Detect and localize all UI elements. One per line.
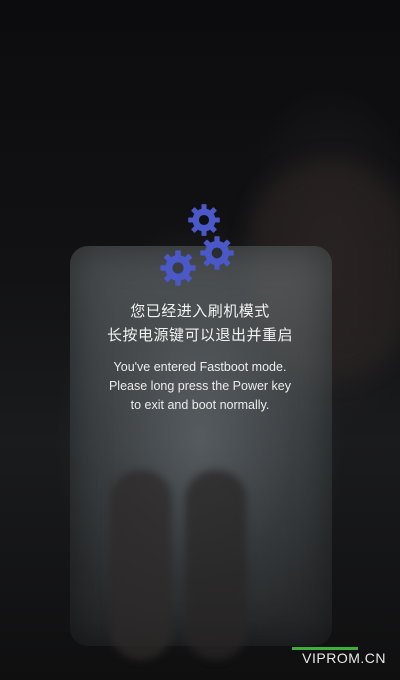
fastboot-message-en-line2: Please long press the Power key [108, 379, 292, 393]
thumb-right [185, 470, 247, 660]
fastboot-message-cn-line1: 您已经进入刷机模式 [130, 302, 270, 320]
fastboot-message-cn-line2: 长按电源键可以退出并重启 [106, 326, 293, 344]
thumb-left [110, 470, 172, 660]
fastboot-message-en-line3: to exit and boot normally. [130, 398, 270, 412]
gear-icon [160, 250, 196, 286]
fastboot-message-en-line1: You've entered Fastboot mode. [113, 360, 287, 374]
gears-icon-group [150, 198, 250, 293]
watermark-text: VIPROM.CN [302, 650, 386, 666]
gear-icon [188, 204, 220, 236]
gear-icon [200, 236, 234, 270]
fastboot-screen: 您已经进入刷机模式 长按电源键可以退出并重启 You've entered Fa… [0, 0, 400, 680]
